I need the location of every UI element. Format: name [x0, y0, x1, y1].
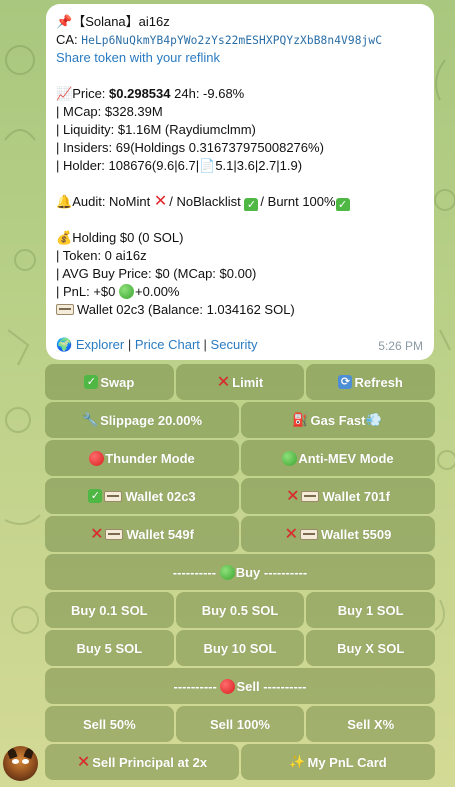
green-circle-icon [219, 564, 235, 580]
share-reflink-link[interactable]: Share token with your reflink [56, 49, 424, 67]
wallet-02c3-button[interactable]: ✓ Wallet 02c3 [45, 478, 239, 514]
buy-x-sol-button[interactable]: Buy X SOL [306, 630, 436, 666]
token-line: | Token: 0 ai16z [56, 248, 147, 263]
check-icon: ✓ [335, 198, 350, 211]
message-bubble: 📌【Solana】ai16z CA: HeLp6NuQkmYB4pYWo2zYs… [46, 4, 434, 360]
swap-button[interactable]: ✓ Swap [45, 364, 174, 400]
audit-line: 🔔Audit: NoMint ✕ / NoBlacklist ✓ / Burnt 1… [56, 193, 424, 211]
cross-icon: ✕ [286, 488, 300, 505]
insiders-line: | Insiders: 69(Holdings 0.31673797500827… [56, 140, 324, 155]
wallet-icon [105, 528, 124, 540]
change-24h: 24h: -9.68% [174, 86, 245, 101]
sell-100-button[interactable]: Sell 100% [175, 706, 305, 742]
wallet-5509-button[interactable]: ✕ Wallet 5509 [241, 516, 435, 552]
anti-mev-button[interactable]: Anti-MEV Mode [241, 440, 435, 476]
token-title: 📌【Solana】ai16z [56, 14, 170, 29]
document-icon: 📄 [199, 158, 216, 173]
sell-principal-button[interactable]: ✕ Sell Principal at 2x [45, 744, 239, 780]
chart-up-icon: 📈 [56, 86, 73, 101]
wind-icon: 💨 [365, 412, 382, 427]
mcap-line: | MCap: $328.39M [56, 104, 163, 119]
buy-1-sol-button[interactable]: Buy 1 SOL [306, 592, 436, 628]
liquidity-line: | Liquidity: $1.16M (Raydiumclmm) [56, 122, 256, 137]
check-icon: ✓ [88, 489, 103, 503]
sell-x-button[interactable]: Sell X% [306, 706, 436, 742]
wrench-icon: 🔧 [81, 412, 99, 427]
wallet-701f-button[interactable]: ✕ Wallet 701f [241, 478, 435, 514]
footer-links: 🌍 Explorer | Price Chart | Security [56, 337, 258, 352]
buy-0-1-sol-button[interactable]: Buy 0.1 SOL [45, 592, 174, 628]
refresh-icon: ⟳ [338, 375, 353, 389]
price-chart-link[interactable]: Price Chart [135, 337, 200, 352]
pnl-card-button[interactable]: ✨ My PnL Card [241, 744, 435, 780]
holder-line: | Holder: 108676(9.6|6.7|📄5.1|3.6|2.7|1.… [56, 158, 303, 173]
price-line: 📈Price: $0.298534 24h: -9.68% [56, 86, 245, 101]
sell-50-button[interactable]: Sell 50% [45, 706, 174, 742]
pushpin-icon: 📌 [56, 14, 73, 29]
sparkles-icon: ✨ [289, 754, 306, 769]
cross-icon: ✕ [76, 754, 91, 771]
wallet-549f-button[interactable]: ✕ Wallet 549f [45, 516, 239, 552]
slippage-button[interactable]: 🔧 Slippage 20.00% [45, 402, 239, 438]
red-circle-icon [220, 678, 236, 694]
security-link[interactable]: Security [211, 337, 258, 352]
price-value: $0.298534 [109, 86, 171, 101]
holding-line: 💰Holding $0 (0 SOL) [56, 230, 184, 245]
check-icon: ✓ [84, 375, 99, 389]
explorer-link[interactable]: Explorer [76, 337, 124, 352]
bell-icon: 🔔 [56, 194, 73, 209]
bot-avatar[interactable] [3, 746, 38, 781]
wallet-line: Wallet 02c3 (Balance: 1.034162 SOL) [56, 301, 424, 319]
cross-icon: ✕ [90, 526, 104, 543]
red-circle-icon [89, 450, 105, 466]
wallet-icon [300, 528, 319, 540]
wallet-icon [56, 304, 74, 315]
check-icon: ✓ [244, 198, 259, 211]
cross-icon: ✕ [284, 526, 299, 543]
buy-10-sol-button[interactable]: Buy 10 SOL [175, 630, 305, 666]
money-bag-icon: 💰 [56, 230, 73, 245]
wallet-icon [104, 490, 123, 502]
thunder-mode-button[interactable]: Thunder Mode [45, 440, 239, 476]
limit-button[interactable]: ✕ Limit [175, 364, 305, 400]
gas-button[interactable]: ⛽ Gas Fast 💨 [241, 402, 435, 438]
buy-0-5-sol-button[interactable]: Buy 0.5 SOL [175, 592, 305, 628]
cross-icon: ✕ [216, 374, 231, 391]
refresh-button[interactable]: ⟳ Refresh [306, 364, 436, 400]
buy-5-sol-button[interactable]: Buy 5 SOL [45, 630, 174, 666]
sell-section-header[interactable]: ---------- Sell ---------- [45, 668, 435, 704]
globe-icon: 🌍 [56, 337, 73, 352]
green-circle-icon [119, 284, 135, 299]
wallet-icon [301, 490, 320, 502]
pnl-line: | PnL: +$0 +0.00% [56, 284, 180, 299]
green-circle-icon [282, 450, 298, 466]
message-time: 5:26 PM [378, 339, 423, 353]
avg-buy-line: | AVG Buy Price: $0 (MCap: $0.00) [56, 266, 257, 281]
buy-section-header[interactable]: ---------- Buy ---------- [45, 554, 435, 590]
fuel-pump-icon: ⛽ [292, 412, 309, 427]
contract-address[interactable]: HeLp6NuQkmYB4pYWo2zYs22mESHXPQYzXbB8n4V9… [81, 34, 382, 47]
inline-keyboard: ✓ Swap ✕ Limit ⟳ Refresh 🔧 Slippage 20.00% ⛽… [45, 364, 436, 782]
cross-icon: ✕ [153, 193, 168, 210]
contract-address-line: CA: HeLp6NuQkmYB4pYWo2zYs22mESHXPQYzXbB8… [56, 32, 383, 47]
